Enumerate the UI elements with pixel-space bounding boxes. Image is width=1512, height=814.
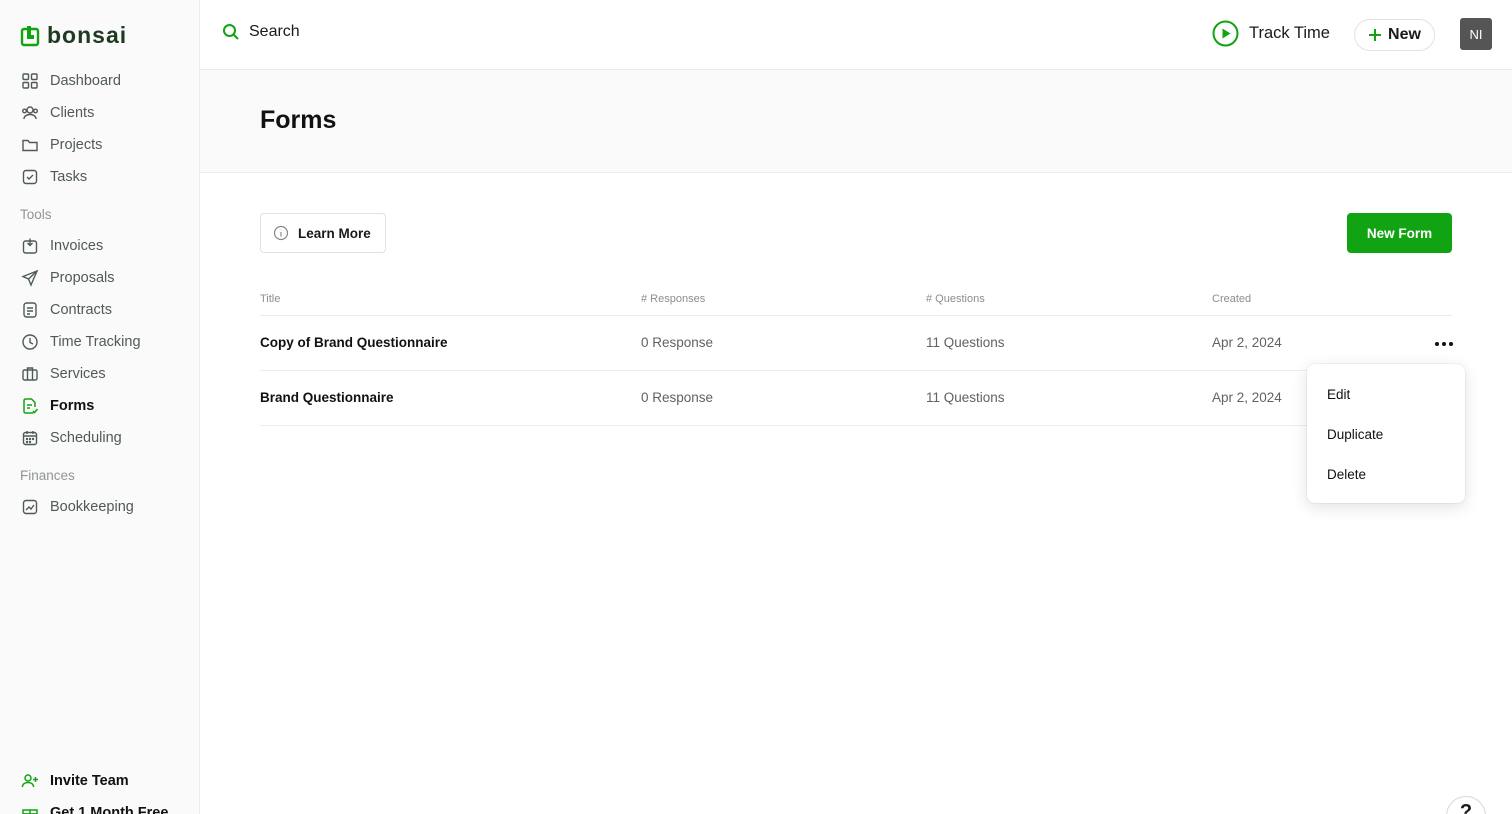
sidebar-item-label: Contracts [50,302,113,318]
add-user-icon [21,774,38,788]
forms-table: Title # Responses # Questions Created Co… [260,287,1453,426]
track-time-label: Track Time [1249,24,1330,42]
page-title: Forms [260,106,337,134]
info-icon [273,225,289,241]
sidebar-bottom: Invite Team Get 1 Month Free [0,765,200,814]
bonsai-logo[interactable]: bonsai [20,22,127,49]
sidebar-item-label: Services [50,366,106,382]
finances-nav: Bookkeeping [0,491,200,523]
forms-icon [23,398,39,414]
learn-more-label: Learn More [298,225,371,241]
sidebar-item-label: Projects [50,137,103,153]
sidebar-item-forms[interactable]: Forms [0,390,200,422]
column-header-created[interactable]: Created [1212,293,1251,305]
form-questions: 11 Questions [926,335,1005,350]
help-button[interactable]: ? [1446,796,1486,814]
logo-text: bonsai [47,22,128,48]
briefcase-icon [22,367,38,381]
sidebar-item-contracts[interactable]: Contracts [0,294,200,326]
invoice-icon [22,238,38,254]
sidebar: bonsai Dashboard Clients Projects Tasks … [0,0,200,814]
send-icon [21,269,39,287]
search-icon [223,24,239,40]
page-header: Forms [200,70,1512,173]
row-context-menu: Edit Duplicate Delete [1307,364,1465,503]
table-row[interactable]: Copy of Brand Questionnaire 0 Response 1… [260,316,1453,371]
menu-item-delete[interactable]: Delete [1307,454,1465,494]
sidebar-item-label: Clients [50,105,95,121]
sidebar-item-projects[interactable]: Projects [0,129,200,161]
bonsai-logo-icon [20,25,40,46]
tools-section-label: Tools [20,207,52,222]
sidebar-item-label: Time Tracking [50,334,141,350]
sidebar-item-proposals[interactable]: Proposals [0,262,200,294]
form-title[interactable]: Brand Questionnaire [260,390,394,405]
tools-nav: Invoices Proposals Contracts Time Tracki… [0,230,200,454]
learn-more-button[interactable]: Learn More [260,213,386,253]
avatar[interactable]: NI [1460,18,1492,50]
form-created: Apr 2, 2024 [1212,390,1282,405]
form-responses: 0 Response [641,335,714,350]
new-form-button[interactable]: New Form [1347,213,1452,253]
invite-team-label: Invite Team [50,773,129,789]
search-label: Search [249,23,300,40]
sidebar-item-invoices[interactable]: Invoices [0,230,200,262]
menu-item-edit[interactable]: Edit [1307,374,1465,414]
promo-button[interactable]: Get 1 Month Free [0,797,200,814]
calendar-icon [22,431,38,446]
column-header-questions[interactable]: # Questions [926,293,985,305]
promo-label: Get 1 Month Free [50,805,169,814]
sidebar-item-bookkeeping[interactable]: Bookkeeping [0,491,200,523]
track-time-button[interactable]: Track Time [1212,20,1330,47]
sidebar-item-label: Dashboard [50,73,121,89]
form-questions: 11 Questions [926,390,1005,405]
sidebar-item-scheduling[interactable]: Scheduling [0,422,200,454]
more-dot [1435,342,1439,346]
task-check-icon [22,169,38,185]
more-options-button[interactable] [1432,334,1456,354]
contract-icon [23,302,37,318]
column-header-responses[interactable]: # Responses [641,293,705,305]
column-header-title[interactable]: Title [260,293,280,305]
dashboard-icon [22,73,38,89]
topbar: Search Track Time New NI [200,0,1512,70]
folder-icon [22,139,38,152]
search-button[interactable]: Search [222,23,300,41]
sidebar-item-dashboard[interactable]: Dashboard [0,65,200,97]
sidebar-item-clients[interactable]: Clients [0,97,200,129]
sidebar-item-label: Proposals [50,270,115,286]
table-header: Title # Responses # Questions Created [260,287,1452,316]
gift-icon [22,809,38,814]
new-button[interactable]: New [1354,19,1435,51]
more-dot [1442,342,1446,346]
menu-item-duplicate[interactable]: Duplicate [1307,414,1465,454]
chart-icon [22,499,38,515]
sidebar-item-label: Invoices [50,238,104,254]
more-dot [1449,342,1453,346]
form-responses: 0 Response [641,390,714,405]
sidebar-item-time-tracking[interactable]: Time Tracking [0,326,200,358]
play-icon [1212,20,1239,47]
sidebar-item-services[interactable]: Services [0,358,200,390]
plus-icon [1369,29,1382,41]
sidebar-item-label: Bookkeeping [50,499,134,515]
main-nav: Dashboard Clients Projects Tasks [0,65,200,193]
form-title[interactable]: Copy of Brand Questionnaire [260,335,448,350]
clients-icon [22,106,38,120]
new-button-label: New [1388,26,1421,43]
sidebar-item-label: Scheduling [50,430,122,446]
clock-icon [22,334,38,350]
sidebar-item-label: Forms [50,398,95,414]
sidebar-item-label: Tasks [50,169,88,185]
invite-team-button[interactable]: Invite Team [0,765,200,797]
form-created: Apr 2, 2024 [1212,335,1282,350]
finances-section-label: Finances [20,468,75,483]
sidebar-item-tasks[interactable]: Tasks [0,161,200,193]
table-row[interactable]: Brand Questionnaire 0 Response 11 Questi… [260,371,1452,426]
